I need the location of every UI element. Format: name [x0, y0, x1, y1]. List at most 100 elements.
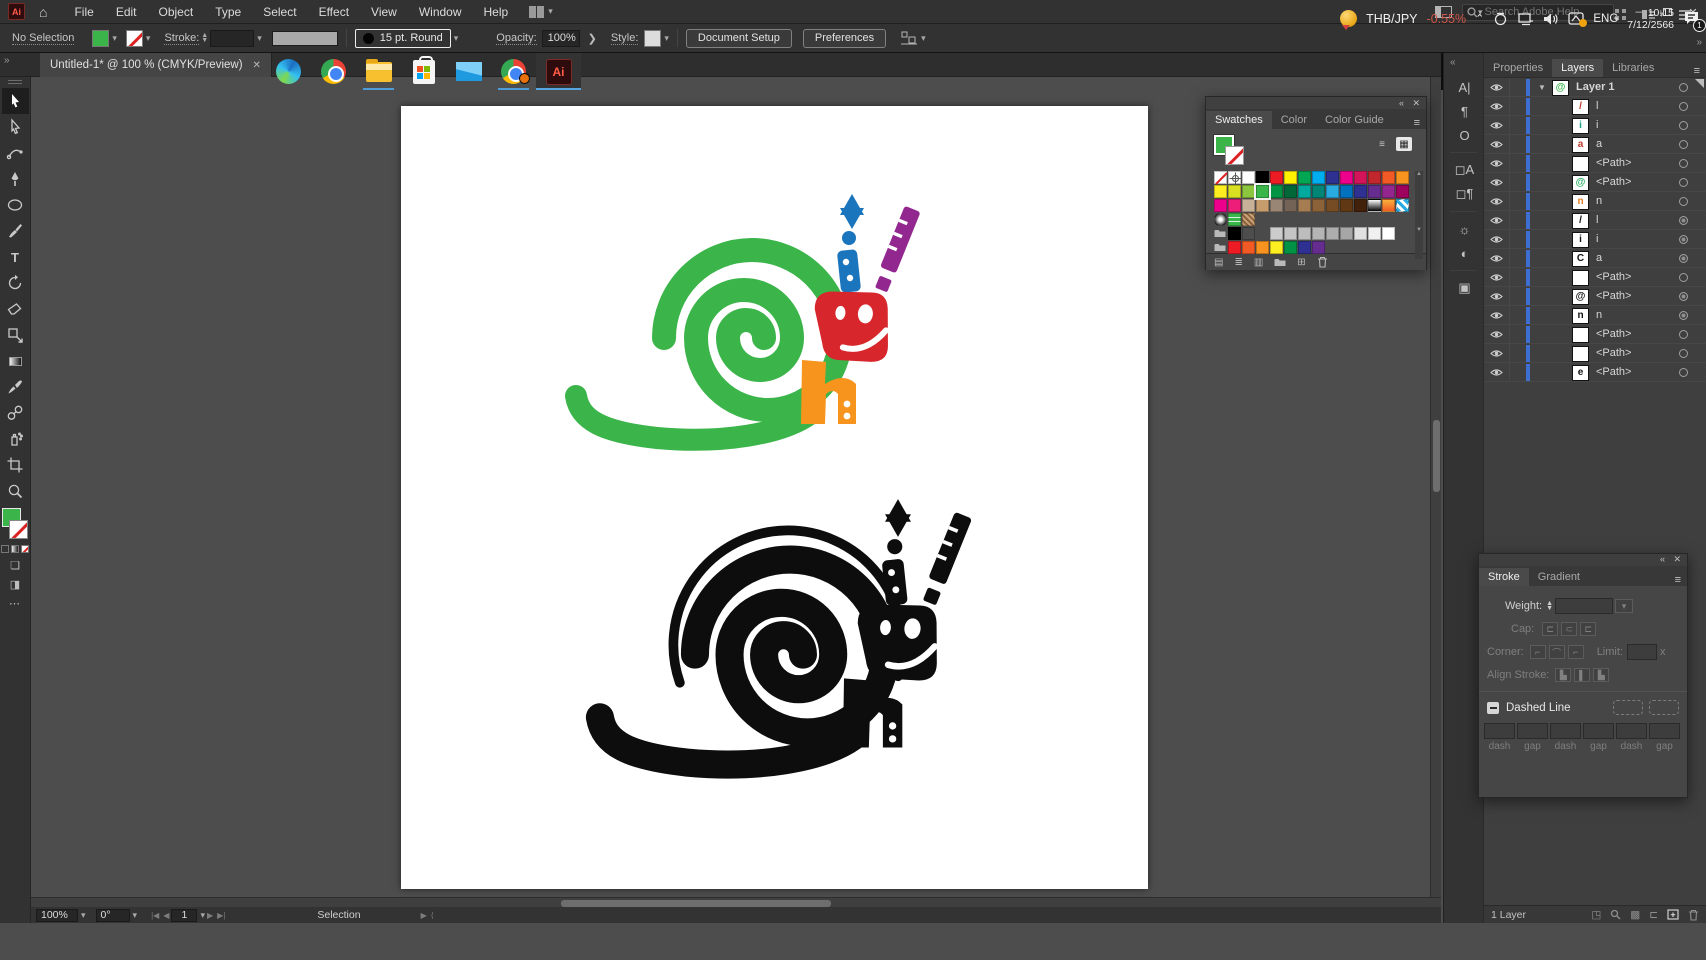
language-indicator[interactable]: ENG: [1593, 13, 1618, 25]
opacity-field[interactable]: 100%: [542, 30, 580, 47]
ticker-pair-label[interactable]: THB/JPY: [1366, 12, 1417, 26]
target-circle-icon[interactable]: [1679, 121, 1688, 130]
color-mode-button[interactable]: [1, 545, 9, 553]
tab-color[interactable]: Color: [1272, 111, 1316, 129]
menu-window[interactable]: Window: [408, 5, 473, 19]
fill-stroke-indicator[interactable]: [0, 508, 30, 542]
swatch-radial[interactable]: [1214, 213, 1227, 226]
swatch[interactable]: [1396, 185, 1409, 198]
swatch[interactable]: [1298, 171, 1311, 184]
menu-select[interactable]: Select: [252, 5, 307, 19]
list-view-icon[interactable]: ≡: [1374, 137, 1390, 151]
visibility-eye-icon[interactable]: [1484, 97, 1510, 115]
menu-object[interactable]: Object: [148, 5, 205, 19]
swatch[interactable]: [1298, 241, 1311, 254]
swatch-scrollbar[interactable]: ▲▼: [1415, 171, 1423, 259]
artboard-tool[interactable]: [2, 452, 29, 478]
swatch-kinds-icon[interactable]: ≣: [1234, 257, 1242, 268]
target-circle-icon[interactable]: [1679, 311, 1688, 320]
layer-name[interactable]: <Path>: [1596, 157, 1631, 169]
new-layer-icon[interactable]: [1667, 909, 1679, 920]
round-cap-button[interactable]: ⊂: [1561, 622, 1577, 636]
rotation-chevron-icon[interactable]: ▾: [133, 910, 138, 921]
eyedropper-tool[interactable]: [2, 374, 29, 400]
layer-name[interactable]: n: [1596, 195, 1602, 207]
visibility-eye-icon[interactable]: [1484, 154, 1510, 172]
zoom-tool[interactable]: [2, 478, 29, 504]
tab-gradient[interactable]: Gradient: [1529, 568, 1589, 586]
opacity-label[interactable]: Opacity:: [496, 32, 536, 45]
vertical-scrollbar[interactable]: [1430, 77, 1441, 897]
swatch[interactable]: [1284, 241, 1297, 254]
dash-field[interactable]: [1517, 723, 1548, 739]
visibility-eye-icon[interactable]: [1484, 78, 1510, 96]
curvature-tool[interactable]: [2, 140, 29, 166]
layer-object-row[interactable]: nn: [1484, 192, 1706, 211]
snail-artwork[interactable]: [401, 106, 1148, 889]
target-circle-icon[interactable]: [1679, 216, 1688, 225]
dash-field[interactable]: [1616, 723, 1647, 739]
tab-properties[interactable]: Properties: [1484, 59, 1552, 77]
target-circle-icon[interactable]: [1679, 273, 1688, 282]
layer-object-row[interactable]: <Path>: [1484, 344, 1706, 363]
zoom-chevron-icon[interactable]: ▾: [81, 910, 86, 921]
visibility-eye-icon[interactable]: [1484, 230, 1510, 248]
target-circle-icon[interactable]: [1679, 292, 1688, 301]
grid-view-icon[interactable]: ▦: [1396, 137, 1412, 151]
align-outside-button[interactable]: ▙: [1593, 668, 1609, 682]
graphic-styles-panel-icon[interactable]: ◐: [1444, 241, 1485, 265]
swatch[interactable]: [1312, 171, 1325, 184]
target-circle-icon[interactable]: [1679, 178, 1688, 187]
limit-field[interactable]: [1627, 644, 1657, 660]
currency-widget-icon[interactable]: [1340, 10, 1357, 27]
menu-view[interactable]: View: [360, 5, 408, 19]
visibility-eye-icon[interactable]: [1484, 249, 1510, 267]
tray-network-icon[interactable]: [1517, 12, 1534, 26]
delete-layer-icon[interactable]: [1688, 909, 1699, 921]
tray-volume-icon[interactable]: [1543, 12, 1559, 26]
appearance-panel-icon[interactable]: ☼: [1444, 217, 1485, 241]
swatch[interactable]: [1368, 185, 1381, 198]
layer-name[interactable]: <Path>: [1596, 366, 1631, 378]
new-swatch-icon[interactable]: ⊞: [1297, 257, 1305, 268]
next-artboard-icon[interactable]: ▶: [207, 911, 213, 920]
swatch[interactable]: [1228, 185, 1241, 198]
visibility-eye-icon[interactable]: [1484, 325, 1510, 343]
none-mode-button[interactable]: [21, 545, 29, 553]
swatch[interactable]: [1340, 185, 1353, 198]
align-center-button[interactable]: ▙: [1555, 668, 1571, 682]
artboard-number-field[interactable]: 1: [171, 909, 197, 922]
tab-libraries[interactable]: Libraries: [1603, 59, 1663, 77]
align-inside-button[interactable]: ▌: [1574, 668, 1590, 682]
weight-stepper[interactable]: ▲▼: [1546, 601, 1553, 611]
swatch[interactable]: [1396, 171, 1409, 184]
swatch[interactable]: [1312, 227, 1325, 240]
panel-stroke-chip[interactable]: [1225, 146, 1244, 165]
swatch[interactable]: [1242, 199, 1255, 212]
visibility-eye-icon[interactable]: [1484, 344, 1510, 362]
stroke-stepper[interactable]: ▲▼: [201, 33, 208, 43]
swatch-gradient-orange[interactable]: [1382, 199, 1395, 212]
layer-thumbnail[interactable]: n: [1572, 308, 1589, 324]
layer-thumbnail[interactable]: [1572, 327, 1589, 343]
layer-thumbnail[interactable]: @: [1572, 289, 1589, 305]
swatch[interactable]: [1298, 199, 1311, 212]
brush-definition-field[interactable]: 15 pt. Round: [355, 29, 451, 48]
dock-expand-icon[interactable]: »: [1696, 37, 1702, 48]
layer-thumbnail[interactable]: /: [1572, 213, 1589, 229]
swatch[interactable]: [1326, 199, 1339, 212]
notification-center-icon[interactable]: 1: [1683, 10, 1700, 28]
blend-tool[interactable]: [2, 400, 29, 426]
align-options-icon[interactable]: [900, 30, 918, 46]
layer-name[interactable]: a: [1596, 252, 1602, 264]
round-join-button[interactable]: ⌒: [1549, 645, 1565, 659]
layer-object-row[interactable]: aa: [1484, 135, 1706, 154]
swatch[interactable]: [1326, 171, 1339, 184]
stroke-color-swatch[interactable]: [126, 30, 143, 47]
swatch[interactable]: [1284, 199, 1297, 212]
miter-join-button[interactable]: ⌐: [1530, 645, 1546, 659]
type-tool[interactable]: T: [2, 244, 29, 270]
swatch[interactable]: [1284, 227, 1297, 240]
swatch[interactable]: [1354, 171, 1367, 184]
opacity-more-chevron[interactable]: ❯: [588, 32, 597, 45]
